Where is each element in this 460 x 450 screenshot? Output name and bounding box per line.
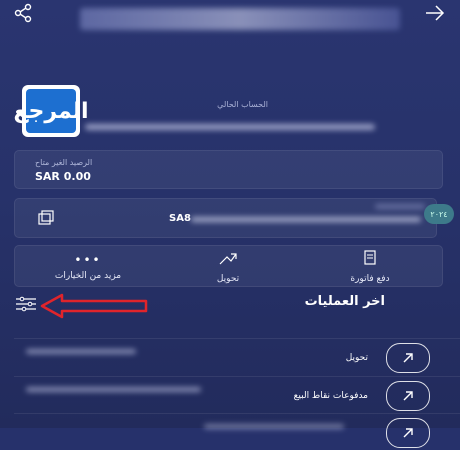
arrow-up-right-icon: [386, 381, 430, 411]
blurred-iban-label: [375, 204, 425, 209]
copy-icon[interactable]: [35, 209, 57, 227]
bill-icon: [362, 250, 378, 270]
share-icon[interactable]: [10, 2, 36, 24]
arrow-up-right-icon: [386, 343, 430, 373]
blurred-date: [26, 349, 136, 354]
brand-logo-text: المرجع: [13, 89, 89, 133]
filter-icon[interactable]: [14, 294, 38, 314]
annotation-arrow: [40, 293, 150, 323]
more-options-button[interactable]: ••• مزيد من الخيارات: [18, 247, 158, 287]
list-item-label: مدفوعات نقاط البيع: [293, 391, 368, 401]
balance-card: الرصيد الغير متاح SAR 0.00: [14, 150, 443, 189]
transfer-label: تحويل: [216, 273, 240, 284]
blurred-title: [80, 8, 400, 30]
blurred-iban: [191, 217, 421, 222]
pay-bill-label: دفع فاتورة: [350, 274, 390, 284]
transfer-icon: [219, 251, 237, 270]
more-icon: •••: [74, 253, 102, 267]
more-options-label: مزيد من الخيارات: [54, 271, 122, 281]
notification-badge: ٢٠٢٤: [424, 204, 454, 224]
arrow-up-right-icon: [386, 418, 430, 448]
list-item[interactable]: مدفوعات نقاط البيع: [14, 376, 460, 413]
iban-prefix: SA8: [169, 213, 191, 224]
transfer-button[interactable]: تحويل: [158, 247, 298, 287]
recent-operations-title: اخر العمليات: [304, 294, 385, 309]
arrow-right-icon[interactable]: [422, 2, 448, 24]
blurred-row-text: [204, 424, 344, 429]
blurred-account-number: [85, 124, 375, 130]
brand-logo: المرجع: [13, 85, 89, 137]
balance-value: SAR 0.00: [35, 170, 91, 183]
pay-bill-button[interactable]: دفع فاتورة: [300, 247, 440, 287]
list-item-label: تحويل: [345, 353, 368, 363]
top-bar: [0, 0, 460, 40]
list-item[interactable]: [14, 413, 460, 450]
iban-card[interactable]: SA8: [14, 198, 437, 238]
account-label: الحساب الحالي: [217, 100, 268, 109]
blurred-date: [26, 387, 201, 392]
balance-label: الرصيد الغير متاح: [35, 158, 93, 167]
list-item[interactable]: تحويل: [14, 338, 460, 375]
